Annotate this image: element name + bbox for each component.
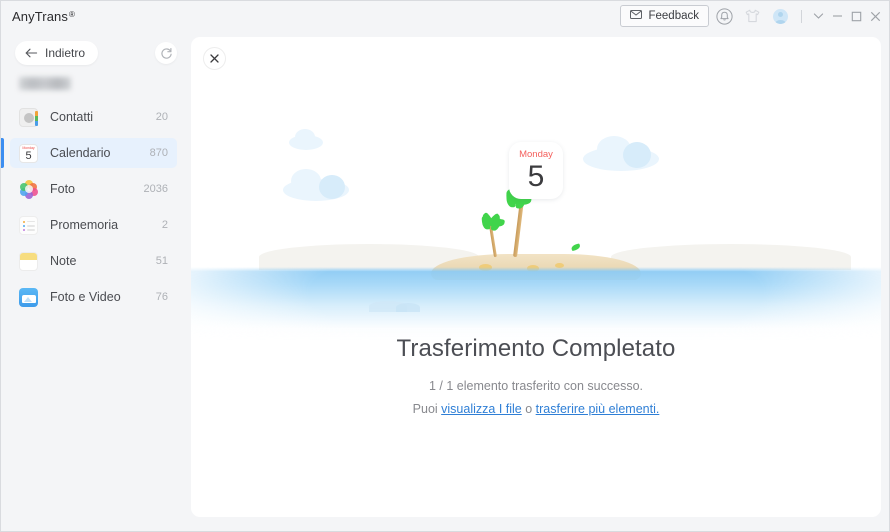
notifications-button[interactable]	[711, 3, 737, 29]
sidebar-item-count: 76	[155, 291, 168, 303]
sidebar-item-count: 20	[155, 111, 168, 123]
arrow-left-icon	[25, 48, 38, 58]
app-title: AnyTrans ®	[12, 9, 75, 24]
link-separator-text: o	[521, 402, 536, 416]
sidebar-item-note[interactable]: Note 51	[10, 246, 177, 276]
back-button[interactable]: Indietro	[15, 41, 99, 65]
sidebar-item-label: Promemoria	[50, 218, 119, 232]
registered-mark: ®	[68, 9, 75, 19]
feedback-button[interactable]: Feedback	[620, 5, 709, 27]
window-close-button[interactable]	[866, 5, 885, 27]
page-title: Trasferimento Completato	[396, 335, 676, 362]
sidebar-item-contatti[interactable]: Contatti 20	[10, 102, 177, 132]
cloud-icon	[583, 136, 659, 171]
calendar-icon: Monday 5	[19, 143, 38, 163]
sidebar-item-list: Contatti 20 Monday 5 Calendario 870 Foto…	[1, 102, 190, 312]
sidebar-item-label: Foto e Video	[50, 290, 121, 304]
sidebar-header: Indietro	[1, 31, 190, 65]
cloud-icon	[289, 129, 323, 150]
close-icon	[210, 54, 219, 63]
envelope-icon	[630, 10, 643, 22]
photos-icon	[19, 179, 38, 199]
sidebar-item-label: Contatti	[50, 110, 94, 124]
sidebar-item-label: Note	[50, 254, 77, 268]
sidebar-item-count: 2036	[143, 183, 168, 195]
reminders-icon	[19, 215, 38, 235]
minimize-icon	[833, 15, 842, 17]
link-prefix-text: Puoi	[412, 402, 442, 416]
theme-shirt-button[interactable]	[739, 3, 765, 29]
sidebar-item-count: 51	[155, 255, 168, 267]
notes-icon	[19, 251, 38, 271]
sidebar-item-label: Foto	[50, 182, 76, 196]
close-icon	[870, 11, 881, 21]
photos-videos-icon	[19, 287, 38, 307]
more-options-button[interactable]	[809, 5, 828, 27]
sidebar-item-count: 2	[161, 219, 168, 231]
cloud-icon	[283, 169, 349, 201]
refresh-button[interactable]	[155, 42, 177, 64]
bell-icon	[715, 7, 733, 25]
contacts-icon	[19, 107, 38, 127]
sidebar-item-foto-e-video[interactable]: Foto e Video 76	[10, 282, 177, 312]
island-calendar-illustration: Monday 5	[191, 117, 881, 342]
transfer-more-link[interactable]: trasferire più elementi.	[536, 402, 660, 416]
status-text-block: Trasferimento Completato 1 / 1 elemento …	[191, 335, 881, 416]
user-account-button[interactable]	[767, 3, 793, 29]
app-title-text: AnyTrans	[12, 8, 68, 24]
device-name-redacted	[19, 77, 71, 90]
action-links: Puoi visualizza I file o trasferire più …	[191, 402, 881, 416]
title-bar-controls: Feedback	[620, 1, 885, 31]
maximize-button[interactable]	[847, 5, 866, 27]
content-panel: Monday 5 Trasferimento Completato 1 / 1 …	[191, 37, 881, 517]
panel-close-button[interactable]	[203, 47, 226, 70]
calendar-card: Monday 5	[509, 142, 563, 199]
anytrans-window: AnyTrans ® Feedback Indietro Contatti 20…	[0, 0, 890, 532]
transfer-summary: 1 / 1 elemento trasferito con successo.	[429, 379, 643, 393]
title-bar: AnyTrans ® Feedback	[1, 1, 889, 31]
chevron-down-icon	[813, 13, 824, 19]
user-avatar-icon	[772, 8, 788, 24]
sidebar-item-count: 870	[149, 147, 168, 159]
sidebar-item-promemoria[interactable]: Promemoria 2	[10, 210, 177, 240]
view-files-link[interactable]: visualizza I file	[441, 402, 522, 416]
tshirt-icon	[745, 9, 759, 23]
calendar-card-number: 5	[527, 160, 545, 193]
refresh-icon	[160, 47, 172, 59]
sidebar-item-label: Calendario	[50, 146, 111, 160]
sidebar-item-foto[interactable]: Foto 2036	[10, 174, 177, 204]
water-rock-small	[396, 303, 420, 312]
shrub-frond	[570, 243, 581, 252]
feedback-label: Feedback	[648, 10, 699, 22]
sidebar-item-calendario[interactable]: Monday 5 Calendario 870	[1, 138, 177, 168]
sea-water	[191, 267, 881, 342]
minimize-button[interactable]	[828, 5, 847, 27]
sidebar: Indietro Contatti 20 Monday 5 Calendario…	[1, 31, 190, 531]
calendar-icon-number: 5	[25, 149, 32, 162]
controls-divider	[801, 9, 802, 23]
back-button-label: Indietro	[45, 46, 86, 60]
maximize-icon	[851, 11, 862, 21]
